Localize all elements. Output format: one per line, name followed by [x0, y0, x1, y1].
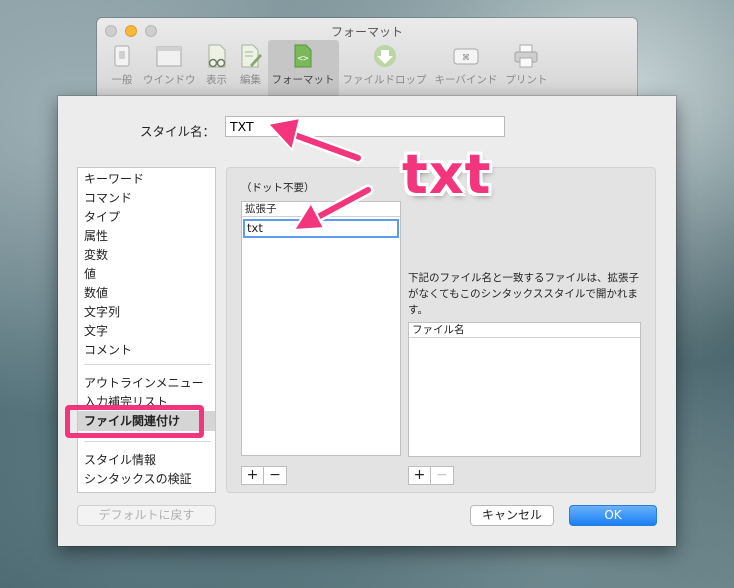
annotation-arrow-to-extension	[293, 184, 374, 231]
annotation-arrows	[267, 117, 374, 231]
annotation-arrow-to-style-name	[267, 117, 364, 164]
